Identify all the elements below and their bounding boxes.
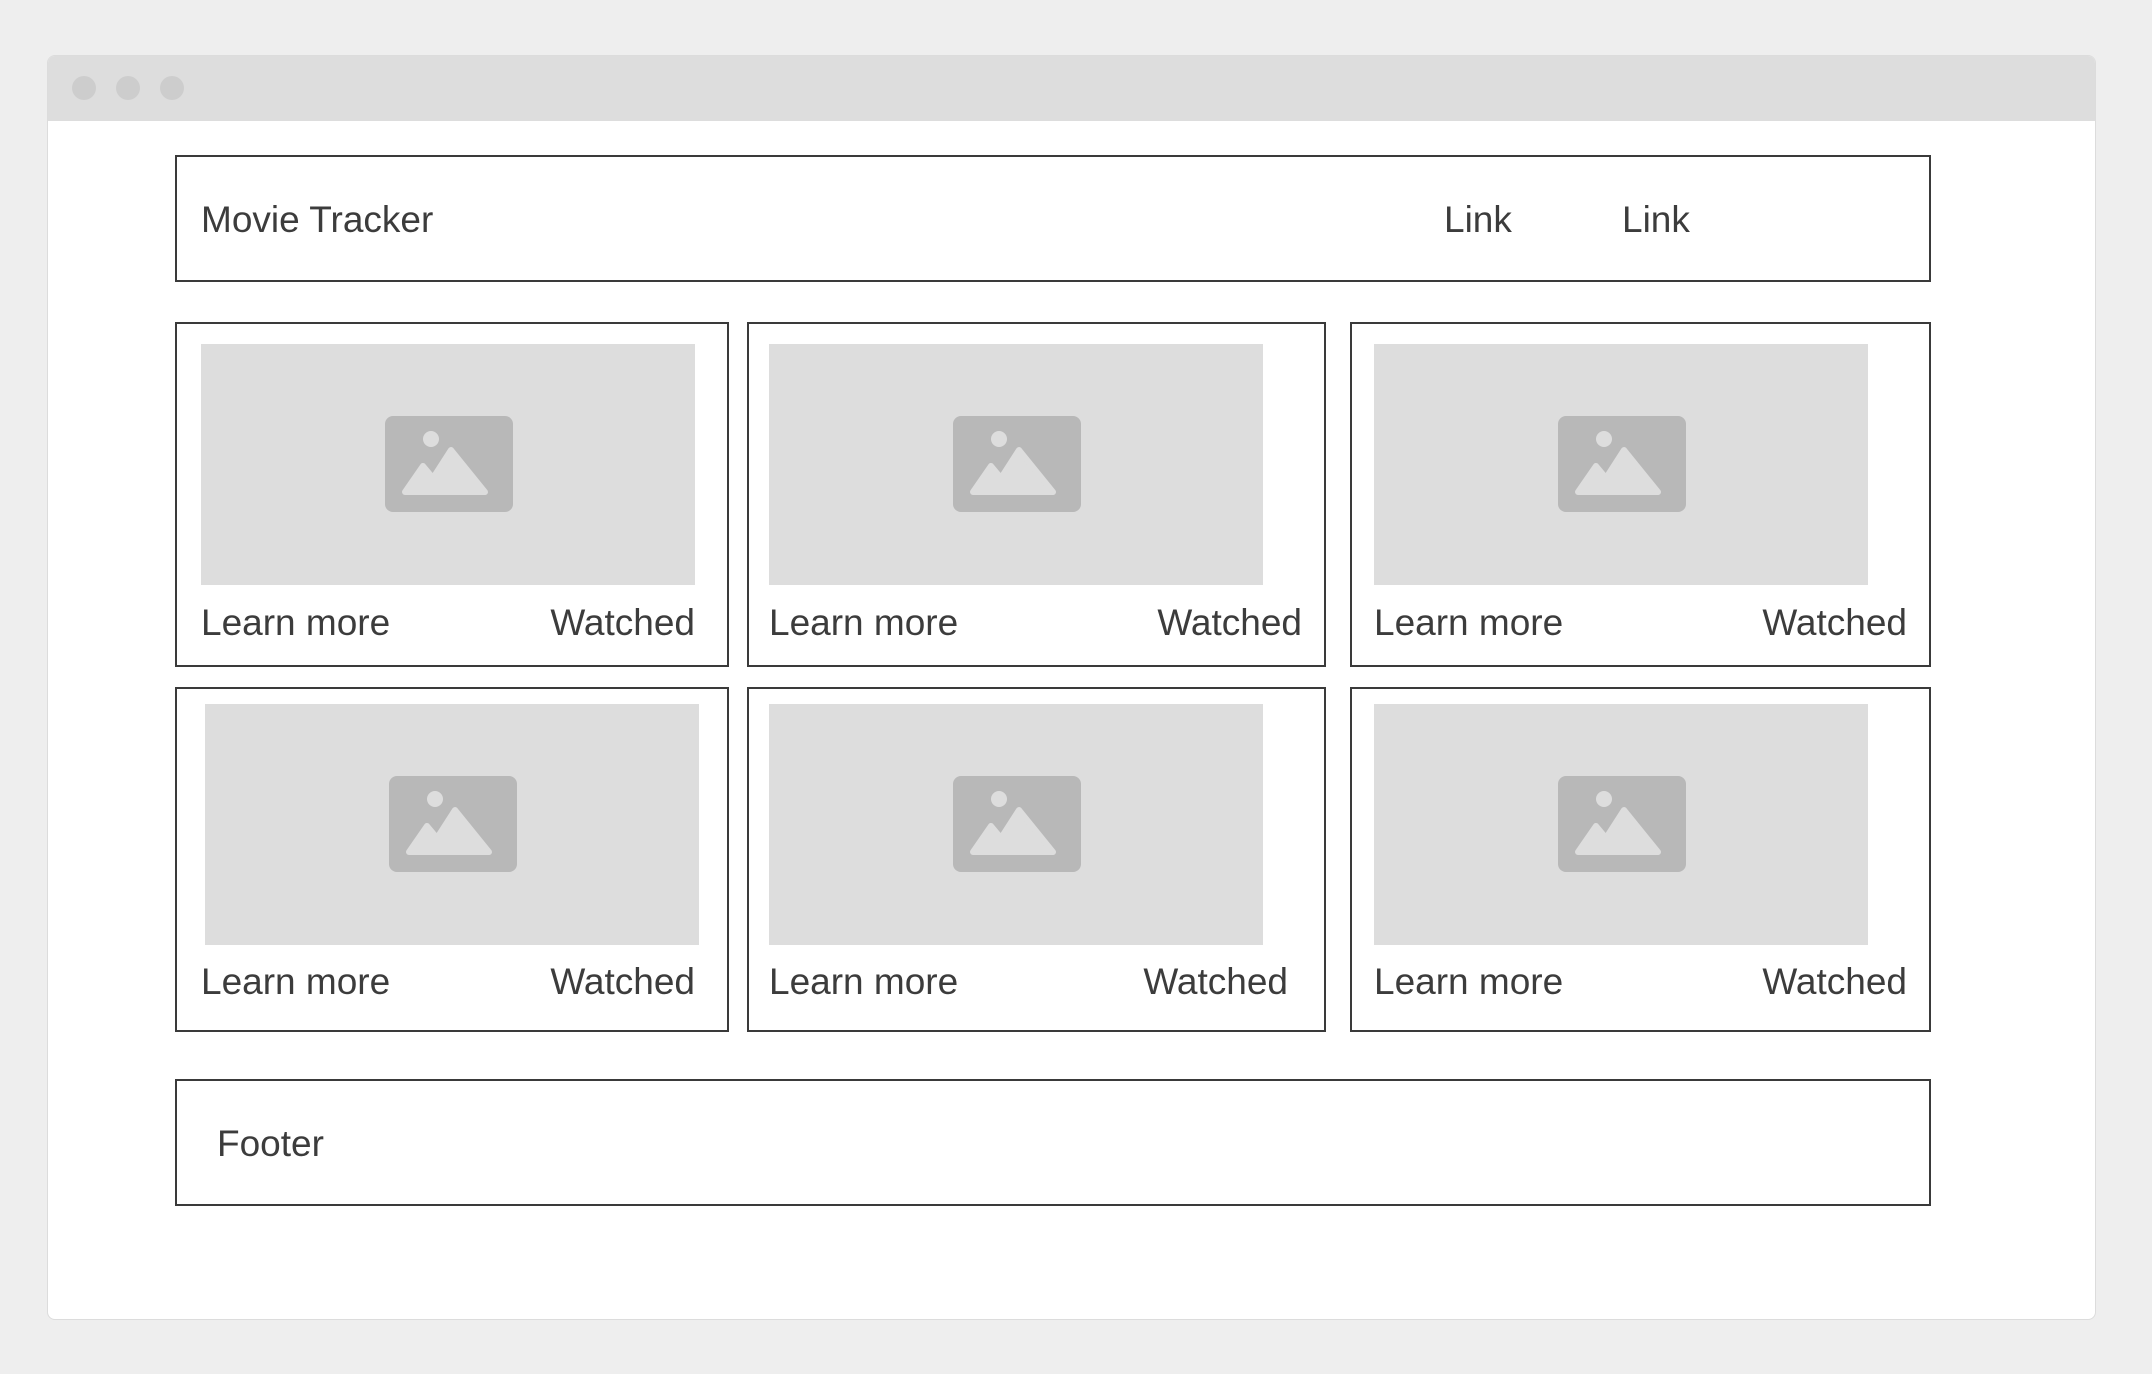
footer-text: Footer <box>217 1123 324 1164</box>
learn-more-link[interactable]: Learn more <box>769 961 958 1003</box>
movie-thumbnail <box>769 344 1263 585</box>
movie-card: Learn more Watched <box>747 687 1326 1032</box>
movie-thumbnail <box>769 704 1263 945</box>
watched-button[interactable]: Watched <box>1143 961 1288 1003</box>
image-placeholder-icon <box>1558 776 1686 872</box>
brand-title: Movie Tracker <box>201 199 434 240</box>
watched-button[interactable]: Watched <box>1762 961 1907 1003</box>
nav-link-2[interactable]: Link <box>1622 199 1690 241</box>
movie-card: Learn more Watched <box>175 322 729 667</box>
image-placeholder-icon <box>1558 416 1686 512</box>
learn-more-link[interactable]: Learn more <box>1374 961 1563 1003</box>
image-placeholder-icon <box>389 776 517 872</box>
window-titlebar <box>48 56 2095 121</box>
movie-thumbnail <box>201 344 695 585</box>
movie-card: Learn more Watched <box>747 322 1326 667</box>
watched-button[interactable]: Watched <box>550 602 695 644</box>
image-placeholder-icon <box>953 776 1081 872</box>
watched-button[interactable]: Watched <box>1762 602 1907 644</box>
site-footer: Footer <box>175 1079 1931 1206</box>
learn-more-link[interactable]: Learn more <box>1374 602 1563 644</box>
nav-link-1[interactable]: Link <box>1444 199 1512 241</box>
watched-button[interactable]: Watched <box>1157 602 1302 644</box>
movie-card: Learn more Watched <box>1350 687 1931 1032</box>
learn-more-link[interactable]: Learn more <box>201 602 390 644</box>
learn-more-link[interactable]: Learn more <box>201 961 390 1003</box>
window-maximize-dot[interactable] <box>160 76 184 100</box>
movie-thumbnail <box>205 704 699 945</box>
movie-card: Learn more Watched <box>175 687 729 1032</box>
window-minimize-dot[interactable] <box>116 76 140 100</box>
image-placeholder-icon <box>953 416 1081 512</box>
site-header: Movie Tracker Link Link <box>175 155 1931 282</box>
movie-thumbnail <box>1374 704 1868 945</box>
learn-more-link[interactable]: Learn more <box>769 602 958 644</box>
window-close-dot[interactable] <box>72 76 96 100</box>
watched-button[interactable]: Watched <box>550 961 695 1003</box>
movie-card: Learn more Watched <box>1350 322 1931 667</box>
image-placeholder-icon <box>385 416 513 512</box>
movie-thumbnail <box>1374 344 1868 585</box>
